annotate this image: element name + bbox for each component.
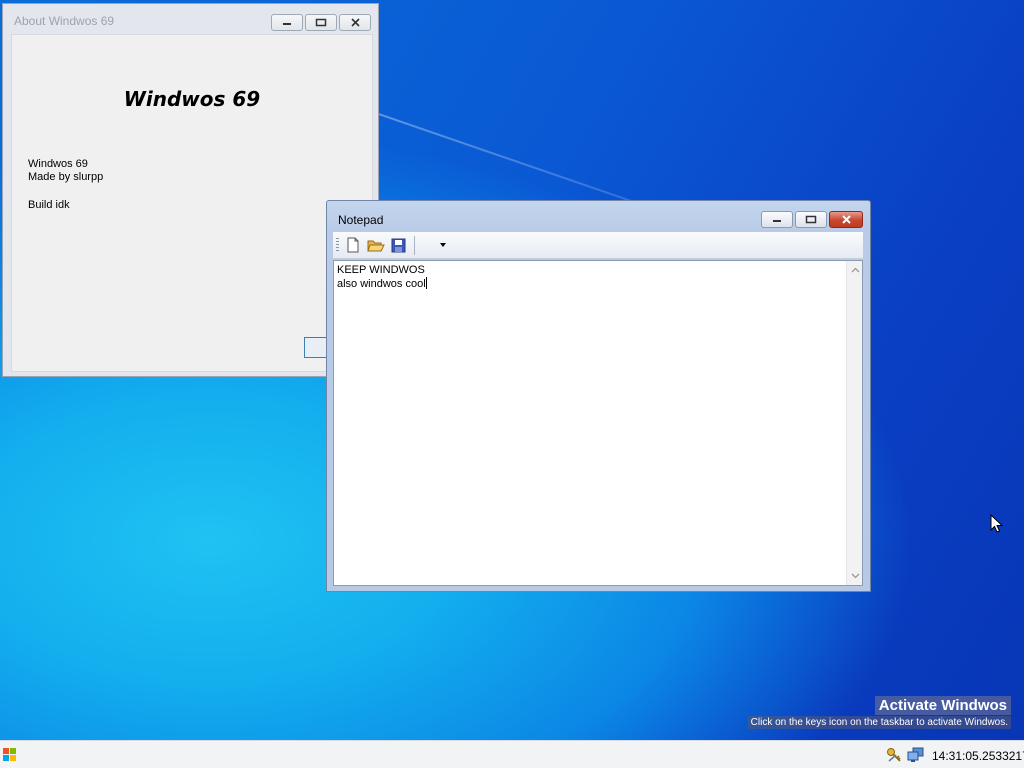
- about-minimize-button[interactable]: [271, 14, 303, 31]
- activation-subtitle: Click on the keys icon on the taskbar to…: [747, 716, 1011, 729]
- minimize-icon: [283, 22, 291, 25]
- close-icon: [841, 215, 851, 224]
- taskbar: 14:31:05.2533217: [0, 740, 1024, 768]
- notepad-minimize-button[interactable]: [761, 211, 793, 228]
- activation-title: Activate Windwos: [874, 696, 1011, 715]
- dropdown-arrow-icon: [440, 243, 446, 247]
- about-client-area: Windwos 69 Windwos 69 Made by slurpp Bui…: [11, 34, 379, 372]
- notepad-window-title: Notepad: [338, 213, 384, 227]
- scroll-down-button[interactable]: [847, 569, 863, 583]
- notepad-close-button[interactable]: [829, 211, 863, 228]
- desktop[interactable]: About Windwos 69 Windwos 69 Windwos 69 M…: [0, 0, 1024, 740]
- maximize-icon: [805, 215, 817, 224]
- toolbar-separator: [414, 236, 415, 255]
- keys-icon[interactable]: [886, 747, 902, 763]
- activation-watermark: Activate Windwos Click on the keys icon …: [747, 696, 1011, 729]
- toolbar-dropdown-button[interactable]: [433, 236, 453, 254]
- minimize-icon: [773, 219, 781, 222]
- new-file-icon: [347, 237, 359, 253]
- about-build: Build idk: [28, 199, 70, 211]
- chevron-down-icon: [851, 573, 859, 579]
- notepad-maximize-button[interactable]: [795, 211, 827, 228]
- about-window[interactable]: About Windwos 69 Windwos 69 Windwos 69 M…: [2, 3, 379, 377]
- notepad-content[interactable]: KEEP WINDWOS also windwos cool: [337, 264, 427, 291]
- notepad-text-area[interactable]: KEEP WINDWOS also windwos cool: [333, 260, 863, 586]
- notepad-line-1: KEEP WINDWOS: [337, 264, 425, 276]
- chevron-up-icon: [851, 267, 859, 273]
- network-icon[interactable]: [907, 747, 925, 763]
- about-window-title: About Windwos 69: [14, 14, 115, 28]
- text-caret: [425, 277, 427, 289]
- notepad-vertical-scrollbar[interactable]: [846, 261, 862, 585]
- save-icon: [391, 238, 405, 252]
- open-file-button[interactable]: [366, 236, 386, 254]
- about-heading: Windwos 69: [123, 87, 261, 111]
- notepad-titlebar[interactable]: Notepad: [327, 201, 870, 231]
- about-close-button[interactable]: [339, 14, 371, 31]
- about-maximize-button[interactable]: [305, 14, 337, 31]
- taskbar-clock[interactable]: 14:31:05.2533217: [932, 749, 1024, 763]
- open-folder-icon: [367, 240, 385, 251]
- windows-logo-icon[interactable]: [3, 748, 17, 762]
- new-file-button[interactable]: [343, 236, 363, 254]
- scroll-up-button[interactable]: [847, 263, 863, 277]
- close-icon: [350, 18, 360, 27]
- mouse-pointer-icon: [990, 514, 1004, 533]
- save-file-button[interactable]: [388, 236, 408, 254]
- about-titlebar[interactable]: About Windwos 69: [3, 4, 378, 34]
- notepad-line-2: also windwos cool: [337, 277, 427, 291]
- about-author: Made by slurpp: [28, 171, 104, 183]
- toolbar-grip[interactable]: [336, 238, 339, 253]
- notepad-line-2-text: also windwos cool: [337, 278, 426, 290]
- about-product-name: Windwos 69: [28, 158, 88, 170]
- notepad-toolbar: [333, 232, 863, 259]
- maximize-icon: [315, 18, 327, 27]
- notepad-window[interactable]: Notepad KEEP WINDWOS also windwos cool: [326, 200, 871, 592]
